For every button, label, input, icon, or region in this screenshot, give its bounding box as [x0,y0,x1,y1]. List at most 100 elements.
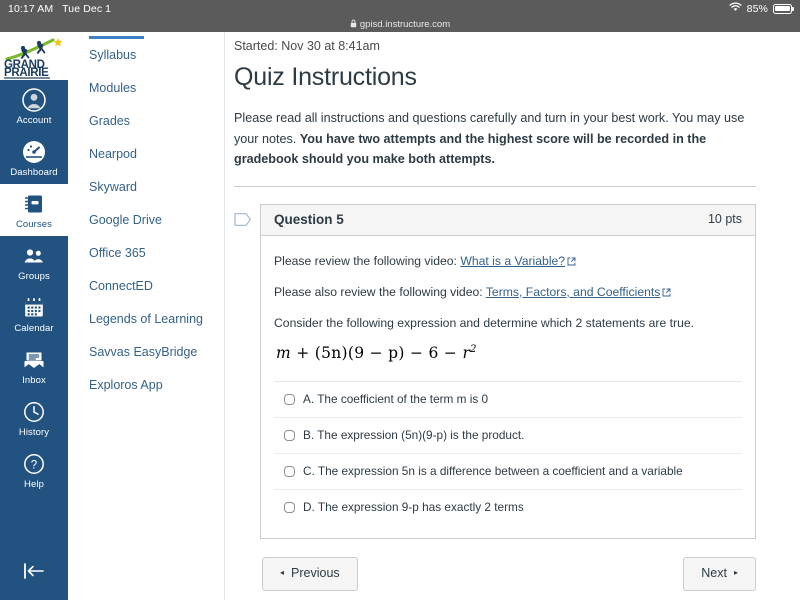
math-const-6: 6 [429,344,439,362]
svg-text:PRAIRIE: PRAIRIE [4,67,49,79]
question-video-line-1: Please review the following video: What … [274,252,742,271]
math-var-r: r [462,344,470,362]
answer-option-d[interactable]: D. The expression 9-p has exactly 2 term… [274,490,742,525]
question-points: 10 pts [708,212,742,226]
quiz-started-timestamp: Started: Nov 30 at 8:41am [225,32,800,54]
battery-percent-label: 85% [747,3,768,15]
history-icon [21,399,47,425]
answer-label-c: C. The expression 5n is a difference bet… [303,464,683,479]
question-header: Question 5 10 pts [261,205,755,236]
global-nav-label-inbox: Inbox [22,375,46,386]
answer-option-c[interactable]: C. The expression 5n is a difference bet… [274,454,742,490]
question-body: Please review the following video: What … [261,236,755,538]
question-name: Question 5 [274,212,344,227]
quiz-instructions: Please read all instructions and questio… [225,92,800,170]
question-prompt: Consider the following expression and de… [274,314,742,332]
course-nav-item-savvas-easybridge[interactable]: Savvas EasyBridge [68,336,224,369]
answer-checkbox-a[interactable] [284,394,295,405]
previous-button[interactable]: ◂ Previous [262,557,358,591]
math-expression: m + (5n)(9 − p) − 6 − r2 [276,344,742,362]
external-link-icon-2 [662,284,671,302]
math-op-minus-2: − [444,344,457,362]
browser-url-bar[interactable]: gpisd.instructure.com [0,17,800,32]
triangle-left-icon: ◂ [280,569,284,577]
global-nav-item-account[interactable]: Account [0,80,68,132]
course-nav-item-connected[interactable]: ConnectED [68,270,224,303]
question-card: Question 5 10 pts Please review the foll… [260,204,756,539]
global-nav-item-dashboard[interactable]: Dashboard [0,132,68,184]
svg-text:?: ? [31,459,37,471]
quiz-content: Started: Nov 30 at 8:41am Quiz Instructi… [225,32,800,600]
wifi-icon [729,2,742,15]
math-op-plus: + [296,344,309,362]
global-nav-label-help: Help [24,479,44,490]
screen-root: 10:17 AM Tue Dec 1 85% gpisd.instructure… [0,0,800,600]
next-button[interactable]: Next ▸ [683,557,756,591]
ios-status-bar: 10:17 AM Tue Dec 1 85% [0,0,800,17]
answer-checkbox-d[interactable] [284,502,295,513]
global-nav-item-inbox[interactable]: Inbox [0,340,68,392]
next-button-label: Next [701,566,727,581]
answer-label-d: D. The expression 9-p has exactly 2 term… [303,500,524,515]
quiz-instructions-bold: You have two attempts and the highest sc… [234,132,706,167]
course-nav-item-google-drive[interactable]: Google Drive [68,204,224,237]
answer-label-a: A. The coefficient of the term m is 0 [303,392,488,407]
math-group-9-minus-p: (9 − p) [348,344,405,362]
global-nav-label-courses: Courses [16,219,52,230]
question-video-line-1-prefix: Please review the following video: [274,254,460,268]
page-title: Quiz Instructions [225,54,800,92]
status-bar-date: Tue Dec 1 [62,3,111,15]
global-nav-label-history: History [19,427,49,438]
global-nav-item-groups[interactable]: Groups [0,236,68,288]
answer-list: A. The coefficient of the term m is 0 B.… [274,381,742,525]
collapse-nav-button[interactable] [0,561,68,586]
courses-icon [21,191,47,217]
math-group-5n: (5n) [315,344,348,362]
triangle-right-icon: ▸ [734,569,738,577]
link-terms-factors-coefficients[interactable]: Terms, Factors, and Coefficients [486,285,661,299]
math-exponent-2: 2 [470,344,477,355]
district-logo[interactable]: GRAND PRAIRIE [0,32,68,80]
status-bar-right-cluster: 85% [729,2,792,15]
course-nav-item-modules[interactable]: Modules [68,72,224,105]
battery-icon [773,4,792,14]
answer-option-b[interactable]: B. The expression (5n)(9-p) is the produ… [274,418,742,454]
link-what-is-a-variable[interactable]: What is a Variable? [460,254,565,268]
course-nav-item-exploros-app[interactable]: Exploros App [68,369,224,402]
math-op-minus-1: − [410,344,423,362]
flag-icon[interactable] [234,204,254,232]
course-nav-item-legends-of-learning[interactable]: Legends of Learning [68,303,224,336]
global-nav-label-dashboard: Dashboard [10,167,57,178]
url-text: gpisd.instructure.com [360,19,450,30]
previous-button-label: Previous [291,566,340,581]
collapse-left-icon [21,561,47,586]
course-nav-item-skyward[interactable]: Skyward [68,171,224,204]
question-card-bottom-padding [274,525,742,538]
question-video-line-2-prefix: Please also review the following video: [274,285,486,299]
course-nav-item-office-365[interactable]: Office 365 [68,237,224,270]
status-bar-time: 10:17 AM [8,3,53,15]
global-nav-label-calendar: Calendar [14,323,53,334]
global-nav-item-help[interactable]: ? Help [0,444,68,496]
lock-icon [350,19,357,31]
global-nav-label-account: Account [16,115,51,126]
course-nav-item-nearpod[interactable]: Nearpod [68,138,224,171]
calendar-icon [21,295,47,321]
answer-checkbox-c[interactable] [284,466,295,477]
global-nav: GRAND PRAIRIE Account [0,32,68,600]
course-nav-item-syllabus[interactable]: Syllabus [68,39,224,72]
math-var-m: m [276,344,291,362]
course-nav-item-grades[interactable]: Grades [68,105,224,138]
course-nav: Syllabus Modules Grades Nearpod Skyward … [68,32,225,600]
help-icon: ? [21,451,47,477]
global-nav-item-calendar[interactable]: Calendar [0,288,68,340]
question-block: Question 5 10 pts Please review the foll… [225,187,800,539]
question-video-line-2: Please also review the following video: … [274,283,742,302]
account-icon [21,87,47,113]
global-nav-item-courses[interactable]: Courses [0,184,68,236]
answer-checkbox-b[interactable] [284,430,295,441]
global-nav-item-history[interactable]: History [0,392,68,444]
answer-option-a[interactable]: A. The coefficient of the term m is 0 [274,382,742,418]
groups-icon [21,243,47,269]
inbox-icon [21,347,47,373]
